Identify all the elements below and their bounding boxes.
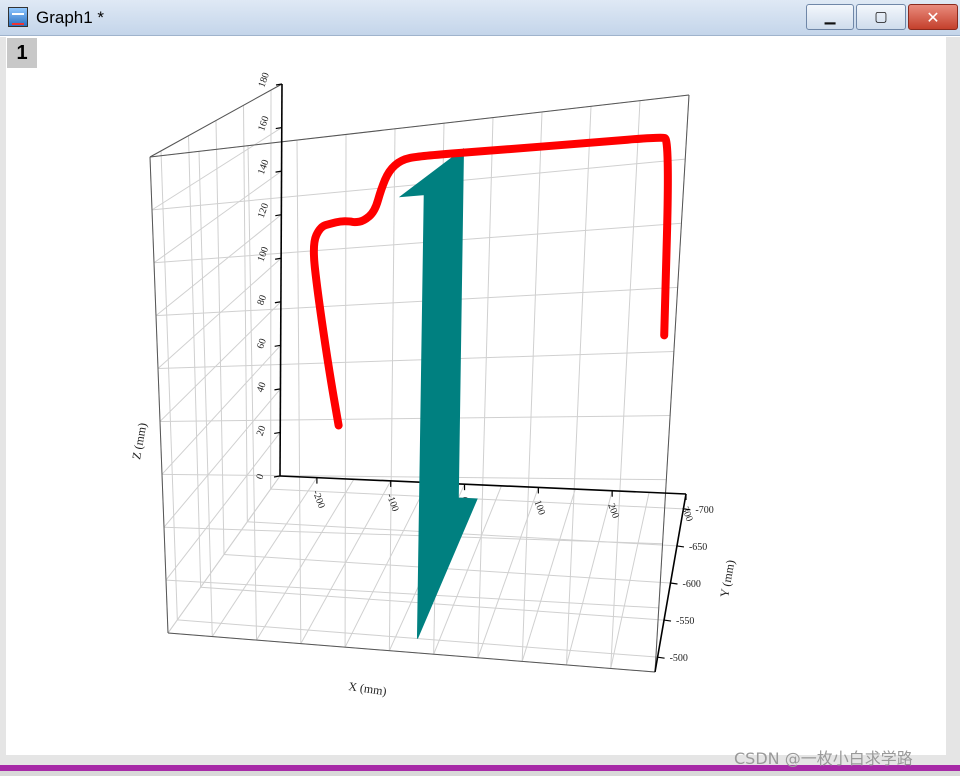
csdn-watermark: CSDN @一枚小白求学路	[734, 749, 913, 768]
obstacle-wall	[398, 148, 478, 639]
grid-line	[388, 128, 396, 651]
grid-line	[296, 140, 302, 644]
grid-line	[160, 150, 178, 620]
frame-edge	[167, 632, 656, 673]
z-axis-line	[279, 83, 283, 477]
frame-edge	[149, 94, 690, 158]
y-axis-label: Y (mm)	[717, 559, 737, 599]
y-tick-mark	[663, 619, 672, 622]
grid-line	[163, 526, 663, 545]
z-tick-label: 20	[255, 424, 269, 437]
grid-line	[167, 475, 281, 634]
grid-line	[155, 286, 678, 317]
grid-line	[159, 301, 282, 422]
grid-line	[153, 222, 682, 264]
y-tick-mark	[657, 656, 665, 659]
grid-line	[565, 106, 592, 665]
grid-line	[157, 257, 282, 369]
y-tick-label: -600	[683, 579, 701, 590]
y-tick-label: -550	[676, 616, 694, 627]
grid-line	[198, 151, 213, 637]
z-tick-label: 140	[256, 158, 271, 176]
grid-line	[610, 100, 641, 669]
z-tick-label: 60	[255, 337, 269, 350]
grid-line	[344, 134, 347, 648]
grid-line	[161, 473, 667, 481]
y-tick-mark	[676, 545, 685, 548]
grid-line	[165, 432, 281, 581]
z-tick-label: 100	[256, 245, 271, 263]
plot-3d[interactable]: -200-1000100200300-500-550-600-650-70002…	[0, 0, 960, 776]
x-axis-label: X (mm)	[348, 679, 388, 698]
z-tick-label: 80	[255, 294, 269, 307]
grid-line	[215, 120, 225, 555]
grid-line	[159, 415, 671, 422]
grid-line	[243, 105, 248, 522]
grid-line	[188, 135, 202, 588]
grid-line	[477, 117, 494, 658]
grid-line	[163, 388, 281, 528]
frame-edge	[149, 156, 169, 634]
z-axis-label: Z (mm)	[129, 422, 149, 461]
z-tick-label: 160	[256, 115, 271, 133]
z-tick-label: 40	[255, 381, 269, 394]
y-tick-label: -650	[689, 542, 707, 553]
y-tick-label: -500	[670, 653, 688, 664]
x-tick-label: 100	[532, 499, 547, 517]
y-tick-mark	[670, 582, 678, 585]
grid-line	[521, 111, 543, 662]
grid-line	[157, 350, 674, 370]
grid-line	[247, 145, 258, 641]
z-tick-label: 180	[256, 71, 271, 89]
z-tick-label: 0	[254, 473, 266, 481]
y-tick-label: -700	[695, 505, 713, 516]
z-tick-label: 120	[256, 202, 271, 220]
